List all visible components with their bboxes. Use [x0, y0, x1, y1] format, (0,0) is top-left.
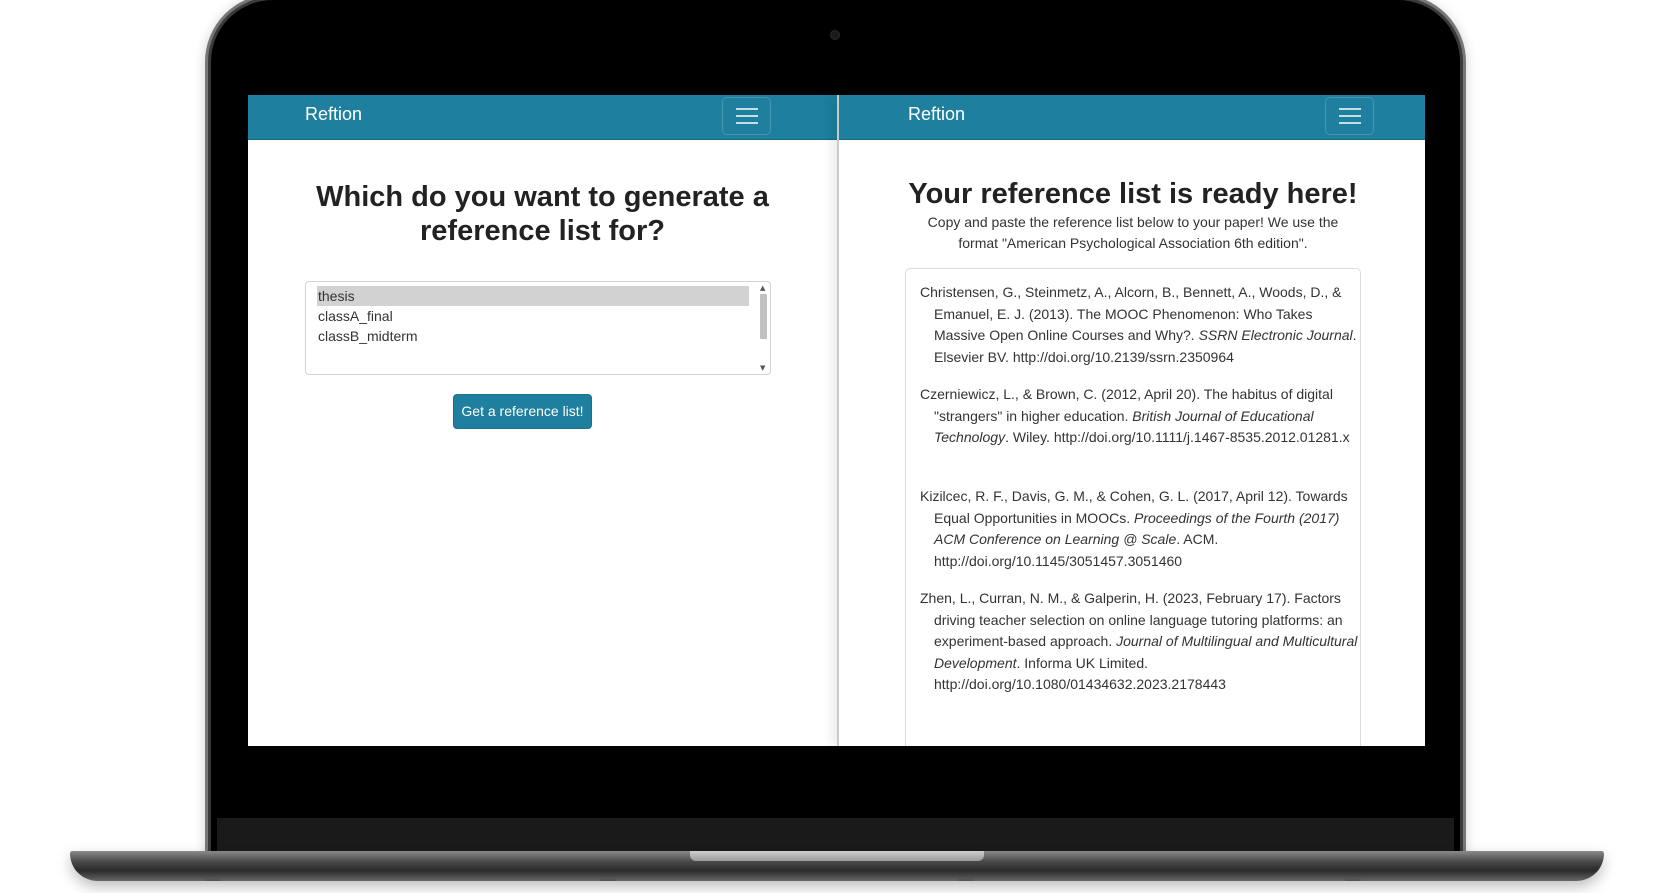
hamburger-menu-icon[interactable]	[1325, 97, 1374, 135]
reference-journal: SSRN Electronic Journal	[1198, 327, 1353, 343]
scroll-down-arrow-icon[interactable]: ▼	[760, 364, 765, 372]
scrollbar-thumb[interactable]	[760, 294, 767, 339]
page-title-line: Which do you want to generate a	[316, 181, 769, 213]
selection-pane: Reftion Which do you want to generate a …	[248, 95, 837, 746]
laptop-foot	[958, 878, 974, 881]
navbar: Reftion	[839, 95, 1425, 140]
laptop-foot	[600, 878, 616, 881]
reference-entry: Kizilcec, R. F., Davis, G. M., & Cohen, …	[920, 486, 1364, 572]
document-listbox[interactable]: thesis classA_final classB_midterm ▲ ▼	[305, 281, 771, 375]
result-title: Your reference list is ready here!	[908, 178, 1358, 210]
reference-entry: Christensen, G., Steinmetz, A., Alcorn, …	[920, 282, 1364, 368]
laptop-screen: Reftion Which do you want to generate a …	[248, 95, 1425, 746]
page-title: Which do you want to generate a referenc…	[248, 180, 837, 248]
scroll-up-arrow-icon[interactable]: ▲	[760, 284, 765, 292]
description-line: format "American Psychological Associati…	[958, 235, 1308, 251]
navbar: Reftion	[248, 95, 837, 140]
get-reference-list-button[interactable]: Get a reference list!	[453, 394, 592, 429]
laptop-foot	[205, 878, 221, 881]
result-pane: Reftion Your reference list is ready her…	[837, 95, 1425, 746]
reference-entry: Zhen, L., Curran, N. M., & Galperin, H. …	[920, 588, 1364, 696]
result-description: Copy and paste the reference list below …	[918, 212, 1348, 254]
listbox-option[interactable]: classA_final	[317, 306, 393, 326]
laptop-hinge-notch	[690, 851, 984, 861]
reference-entry: Czerniewicz, L., & Brown, C. (2012, Apri…	[920, 384, 1364, 449]
reference-publisher-doi: . Wiley. http://doi.org/10.1111/j.1467-8…	[1005, 429, 1350, 445]
webcam-icon	[831, 31, 839, 39]
brand-logo[interactable]: Reftion	[305, 104, 362, 125]
listbox-option[interactable]: classB_midterm	[317, 326, 418, 346]
page-title-line: reference list for?	[420, 215, 665, 247]
reference-list-card: Christensen, G., Steinmetz, A., Alcorn, …	[905, 268, 1361, 746]
listbox-scrollbar[interactable]: ▲ ▼	[758, 284, 768, 372]
brand-logo[interactable]: Reftion	[908, 104, 965, 125]
description-line: Copy and paste the reference list below …	[927, 214, 1339, 230]
listbox-option-selected[interactable]: thesis	[317, 286, 749, 306]
hamburger-menu-icon[interactable]	[722, 97, 771, 135]
laptop-foot	[1345, 878, 1361, 881]
